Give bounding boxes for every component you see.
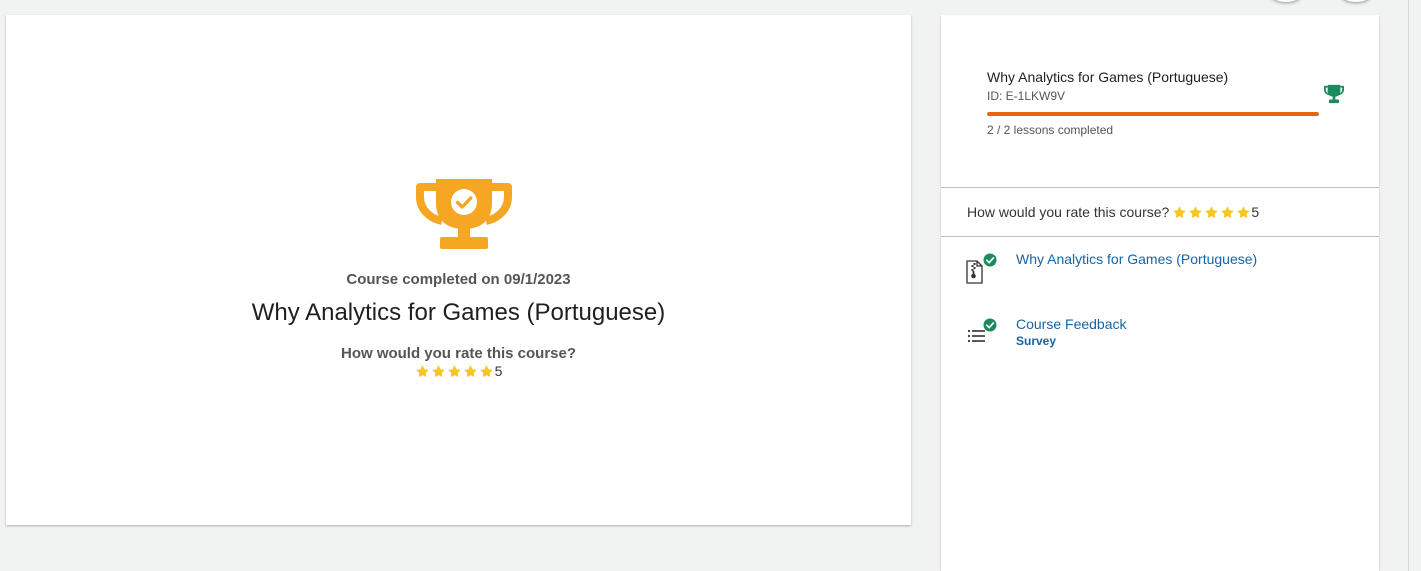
divider: [941, 187, 1379, 188]
document-zip-icon: [966, 253, 997, 284]
star-icon[interactable]: [431, 364, 446, 379]
star-icon[interactable]: [447, 364, 462, 379]
star-icon[interactable]: [1236, 205, 1251, 220]
completion-card: Course completed on 09/1/2023 Why Analyt…: [6, 15, 911, 525]
sidebar-rate-question: How would you rate this course?: [967, 204, 1170, 220]
trophy-icon: [1324, 84, 1344, 104]
star-icon[interactable]: [415, 364, 430, 379]
sidebar-rating-value: 5: [1251, 204, 1260, 220]
star-icon[interactable]: [1172, 205, 1187, 220]
star-icon[interactable]: [1204, 205, 1219, 220]
sidebar-rating-stars[interactable]: [1172, 205, 1251, 220]
feedback-link[interactable]: Course Feedback: [1016, 316, 1127, 332]
star-icon[interactable]: [1220, 205, 1235, 220]
lesson-item-feedback[interactable]: Course Feedback Survey: [941, 314, 1379, 354]
sidebar-course-title: Why Analytics for Games (Portuguese): [987, 69, 1229, 85]
course-title: Why Analytics for Games (Portuguese): [251, 299, 666, 326]
star-icon[interactable]: [1188, 205, 1203, 220]
course-sidebar: Why Analytics for Games (Portuguese) ID:…: [941, 15, 1379, 571]
lessons-completed-text: 2 / 2 lessons completed: [987, 123, 1114, 137]
rate-course-question: How would you rate this course?: [340, 345, 577, 362]
check-circle-icon: [983, 253, 997, 267]
divider: [941, 236, 1379, 237]
star-icon[interactable]: [479, 364, 494, 379]
course-rating[interactable]: 5: [6, 363, 911, 379]
header-menu-partial[interactable]: [1336, 0, 1376, 2]
course-progress-bar: [987, 112, 1319, 116]
feedback-type-label: Survey: [1016, 334, 1057, 348]
rating-stars[interactable]: [415, 364, 494, 379]
lesson-link[interactable]: Why Analytics for Games (Portuguese): [1016, 251, 1257, 267]
scrollbar[interactable]: [1408, 0, 1421, 571]
check-circle-icon: [983, 318, 997, 332]
trophy-check-icon: [416, 179, 512, 249]
header-avatar-partial[interactable]: [1266, 0, 1306, 2]
lesson-item-course[interactable]: Why Analytics for Games (Portuguese): [941, 249, 1379, 289]
sidebar-course-id: ID: E-1LKW9V: [987, 89, 1066, 103]
sidebar-course-rating[interactable]: How would you rate this course? 5: [967, 204, 1259, 220]
completion-date-text: Course completed on 09/1/2023: [346, 271, 571, 288]
rating-value: 5: [494, 363, 503, 379]
course-progress-fill: [987, 112, 1319, 116]
list-icon: [967, 318, 997, 343]
star-icon[interactable]: [463, 364, 478, 379]
